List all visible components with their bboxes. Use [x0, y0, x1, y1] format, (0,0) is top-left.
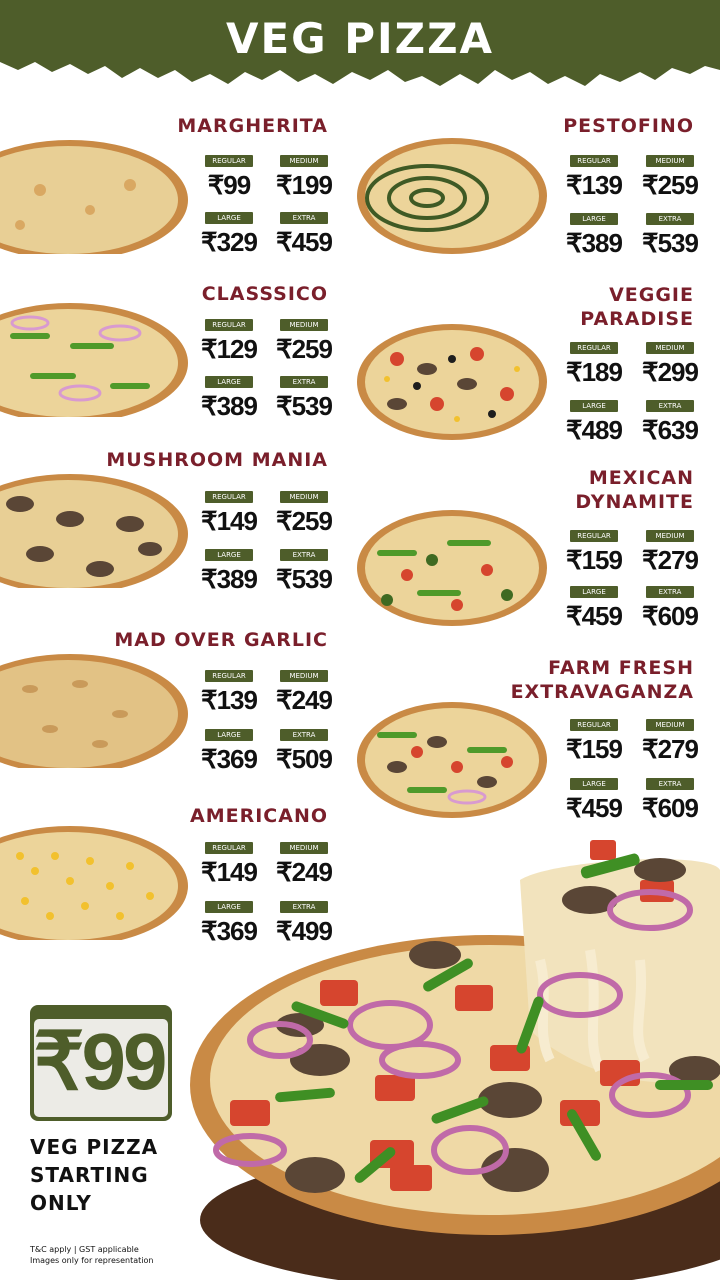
size-label-large: LARGE [205, 729, 253, 741]
pizza-image-americano [0, 826, 188, 940]
size-label-regular: REGULAR [205, 319, 253, 331]
pizza-image-mad-over-garlic [0, 654, 188, 768]
size-label-large: LARGE [205, 549, 253, 561]
price-extra-large: ₹539 [276, 564, 333, 594]
price-medium: ₹259 [276, 506, 333, 536]
pizza-image-pestofino [357, 138, 547, 254]
price-large: ₹369 [201, 744, 258, 774]
price-medium: ₹299 [642, 357, 699, 387]
size-label-medium: MEDIUM [280, 155, 328, 167]
size-label-extra-large: EXTRA LARGE [280, 212, 328, 234]
price-extra-large: ₹609 [642, 601, 699, 631]
price-medium: ₹259 [642, 170, 699, 200]
promo-line-1: VEG PIZZA [30, 1135, 159, 1159]
price-extra-large: ₹609 [642, 793, 699, 823]
price-extra-large: ₹639 [642, 415, 699, 445]
price-large: ₹459 [566, 793, 623, 823]
fine-print-terms: T&C apply | GST applicable [30, 1245, 139, 1254]
size-label-extra-large: EXTRA LARGE [646, 400, 694, 422]
size-label-regular: REGULAR [570, 530, 618, 542]
pizza-image-farm-fresh-extravaganza [357, 702, 547, 818]
size-label-large: LARGE [205, 212, 253, 224]
size-label-extra-large: EXTRA LARGE [280, 549, 328, 571]
hero-pizza-image [190, 840, 720, 1280]
size-label-extra-large: EXTRA LARGE [280, 376, 328, 398]
price-large: ₹389 [201, 564, 258, 594]
price-regular: ₹159 [566, 545, 623, 575]
promo-line-3: ONLY [30, 1191, 92, 1215]
size-label-regular: REGULAR [570, 155, 618, 167]
size-label-large: LARGE [570, 778, 618, 790]
size-label-large: LARGE [570, 586, 618, 598]
size-label-regular: REGULAR [205, 491, 253, 503]
price-extra-large: ₹509 [276, 744, 333, 774]
size-label-medium: MEDIUM [280, 319, 328, 331]
price-regular: ₹139 [566, 170, 623, 200]
price-extra-large: ₹539 [276, 391, 333, 421]
fine-print: T&C apply | GST applicable Images only f… [30, 1244, 270, 1266]
size-label-extra-large: EXTRA LARGE [646, 778, 694, 800]
size-label-medium: MEDIUM [646, 155, 694, 167]
pizza-image-veggie-paradise [357, 324, 547, 440]
fine-print-images: Images only for representation [30, 1256, 154, 1265]
size-label-medium: MEDIUM [646, 719, 694, 731]
pizza-name-margherita: MARGHERITA [177, 115, 328, 137]
pizza-name-americano: AMERICANO [190, 805, 328, 827]
promo-tagline: VEG PIZZA STARTING ONLY [30, 1133, 230, 1217]
size-label-regular: REGULAR [205, 670, 253, 682]
price-large: ₹329 [201, 227, 258, 257]
price-medium: ₹259 [276, 334, 333, 364]
size-label-regular: REGULAR [570, 719, 618, 731]
price-regular: ₹149 [201, 506, 258, 536]
price-medium: ₹279 [642, 734, 699, 764]
size-label-large: LARGE [570, 400, 618, 412]
price-regular: ₹139 [201, 685, 258, 715]
price-regular: ₹99 [207, 170, 251, 200]
promo-price: ₹99 [33, 1017, 168, 1106]
price-large: ₹389 [566, 228, 623, 258]
pizza-image-classsico [0, 303, 188, 417]
pizza-name-pestofino: PESTOFINO [563, 115, 694, 137]
size-label-extra-large: EXTRA LARGE [280, 729, 328, 751]
promo-line-2: STARTING [30, 1163, 149, 1187]
pizza-name-farm-fresh-extravaganza: FARM FRESH EXTRAVAGANZA [510, 657, 694, 703]
size-label-regular: REGULAR [205, 155, 253, 167]
price-regular: ₹189 [566, 357, 623, 387]
pizza-image-mushroom-mania [0, 474, 188, 588]
price-extra-large: ₹539 [642, 228, 699, 258]
size-label-large: LARGE [570, 213, 618, 225]
pizza-name-mad-over-garlic: MAD OVER GARLIC [114, 629, 328, 651]
price-large: ₹389 [201, 391, 258, 421]
size-label-extra-large: EXTRA LARGE [646, 586, 694, 608]
price-large: ₹459 [566, 601, 623, 631]
pizza-image-margherita [0, 140, 188, 254]
size-label-regular: REGULAR [570, 342, 618, 354]
price-medium: ₹279 [642, 545, 699, 575]
size-label-medium: MEDIUM [646, 530, 694, 542]
pizza-image-mexican-dynamite [357, 510, 547, 626]
size-label-extra-large: EXTRA LARGE [646, 213, 694, 235]
price-regular: ₹159 [566, 734, 623, 764]
size-label-medium: MEDIUM [280, 491, 328, 503]
size-label-medium: MEDIUM [646, 342, 694, 354]
pizza-name-mexican-dynamite: MEXICAN DYNAMITE [575, 467, 694, 513]
price-regular: ₹129 [201, 334, 258, 364]
pizza-name-mushroom-mania: MUSHROOM MANIA [106, 449, 328, 471]
size-label-medium: MEDIUM [280, 670, 328, 682]
page-title: VEG PIZZA [225, 14, 495, 63]
price-large: ₹489 [566, 415, 623, 445]
price-extra-large: ₹459 [276, 227, 333, 257]
price-medium: ₹249 [276, 685, 333, 715]
size-label-large: LARGE [205, 376, 253, 388]
price-medium: ₹199 [276, 170, 333, 200]
